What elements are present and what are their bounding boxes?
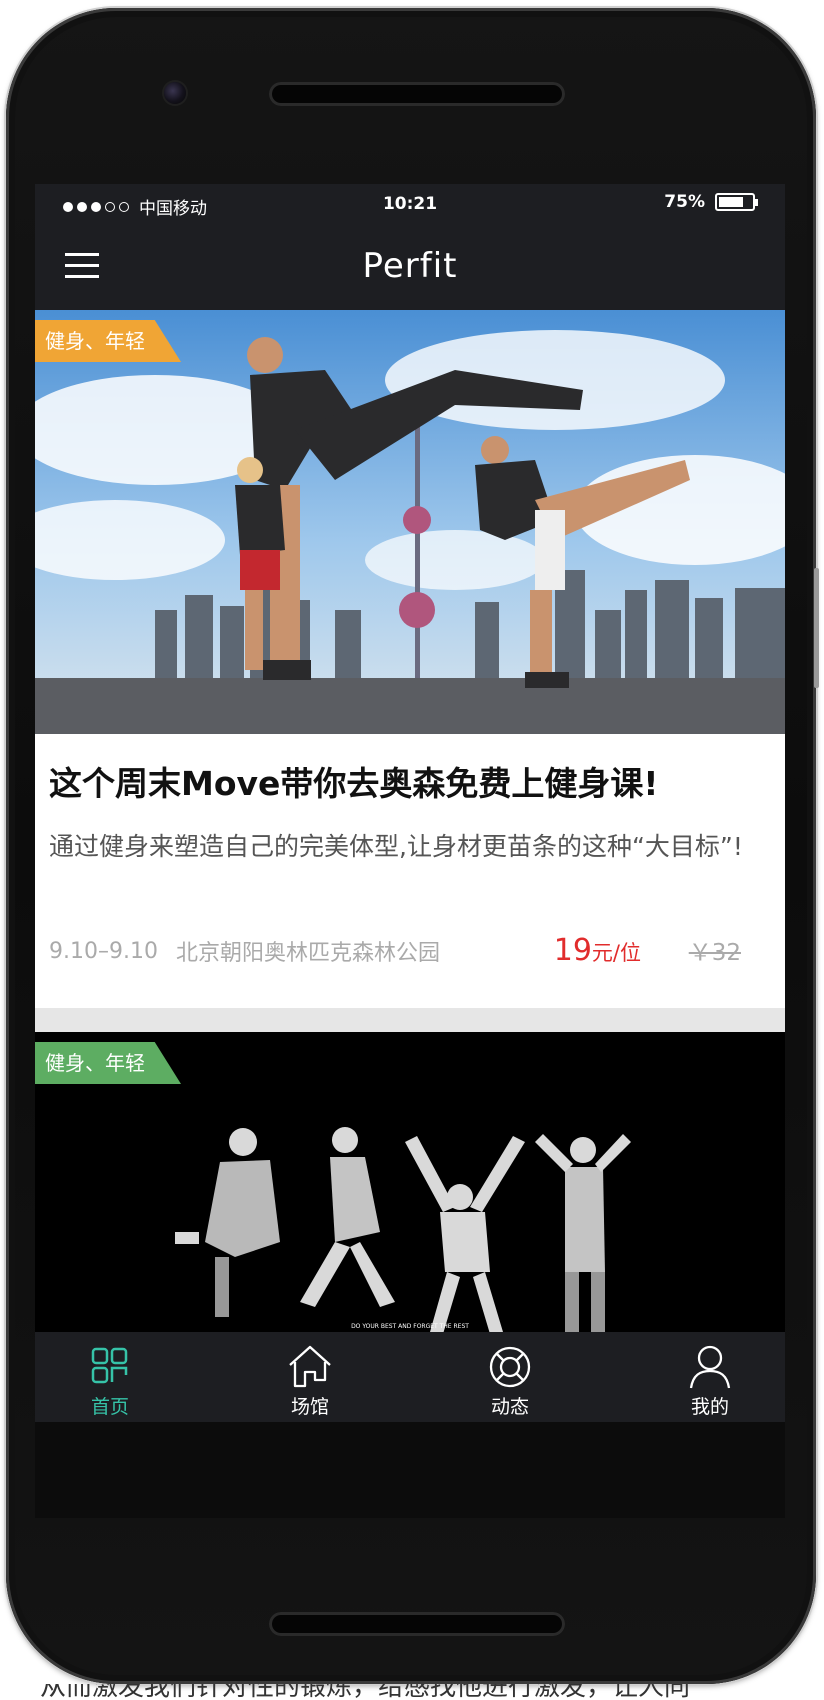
tab-label: 场馆: [290, 1396, 329, 1418]
battery-icon: [715, 193, 758, 211]
top-nav-bar: Perfit: [35, 224, 785, 310]
bottom-tab-bar: 首页 场馆 动态 我的: [35, 1332, 785, 1422]
page-caption: 从而激发我们针对性的锻炼，给感找他进行激发，让人同: [40, 1684, 800, 1700]
fitness-skyline-illustration: [35, 310, 785, 734]
earpiece-speaker: [269, 82, 565, 106]
status-bar: 中国移动 10:21 75%: [35, 184, 785, 224]
event-feed[interactable]: 健身、年轻 这个周末Move带你去奥森免费上健身课! 通过健身来塑造自己的完美体…: [35, 310, 785, 1422]
bottom-speaker: [269, 1612, 565, 1636]
event-meta: 9.10–9.10 北京朝阳奥林匹克森林公园 19元/位 ￥32: [49, 929, 771, 973]
card-separator: [35, 1008, 785, 1032]
original-price: ￥32: [688, 940, 741, 966]
tab-profile[interactable]: 我的: [635, 1332, 785, 1422]
lifebuoy-icon: [489, 1346, 531, 1388]
app-title: Perfit: [362, 246, 458, 286]
caption-text: 从而激发我们针对性的锻炼，给感找他进行激发，让人同: [40, 1684, 691, 1700]
tab-activity[interactable]: 动态: [435, 1332, 585, 1422]
price-unit: 元/位: [591, 941, 641, 965]
front-camera: [164, 82, 186, 104]
battery-percent: 75%: [664, 192, 705, 212]
battery-status: 75%: [664, 192, 758, 212]
event-title[interactable]: 这个周末Move带你去奥森免费上健身课!: [49, 760, 771, 808]
app-screen: 中国移动 10:21 75% Perfit 健身、年轻 这个周末Move带你去奥…: [35, 184, 785, 1518]
event-card[interactable]: 健身、年轻 这个周末Move带你去奥森免费上健身课! 通过健身来塑造自己的完美体…: [35, 310, 785, 1008]
tab-label: 动态: [490, 1396, 529, 1418]
venue-house-icon: [289, 1345, 331, 1388]
event-description: 通过健身来塑造自己的完美体型,让身材更苗条的这种“大目标”!: [49, 832, 743, 861]
home-grid-icon: [91, 1347, 128, 1384]
user-profile-icon: [689, 1345, 731, 1389]
event-location: 北京朝阳奥林匹克森林公园: [175, 941, 440, 966]
image-caption: DO YOUR BEST AND FORGET THE REST: [351, 1323, 469, 1330]
screen-bottom-bezel: [35, 1422, 785, 1518]
volume-button: [814, 568, 819, 688]
event-info: 这个周末Move带你去奥森免费上健身课! 通过健身来塑造自己的完美体型,让身材更…: [35, 734, 785, 1008]
tab-venues[interactable]: 场馆: [235, 1332, 385, 1422]
event-date: 9.10–9.10: [49, 938, 158, 964]
event-photo-fitness-skyline[interactable]: 健身、年轻: [35, 310, 785, 734]
price-value: 19: [553, 933, 592, 968]
event-price: 19元/位: [554, 929, 641, 975]
tab-label: 首页: [90, 1396, 129, 1418]
tab-label: 我的: [690, 1396, 729, 1418]
tab-home[interactable]: 首页: [35, 1332, 185, 1422]
